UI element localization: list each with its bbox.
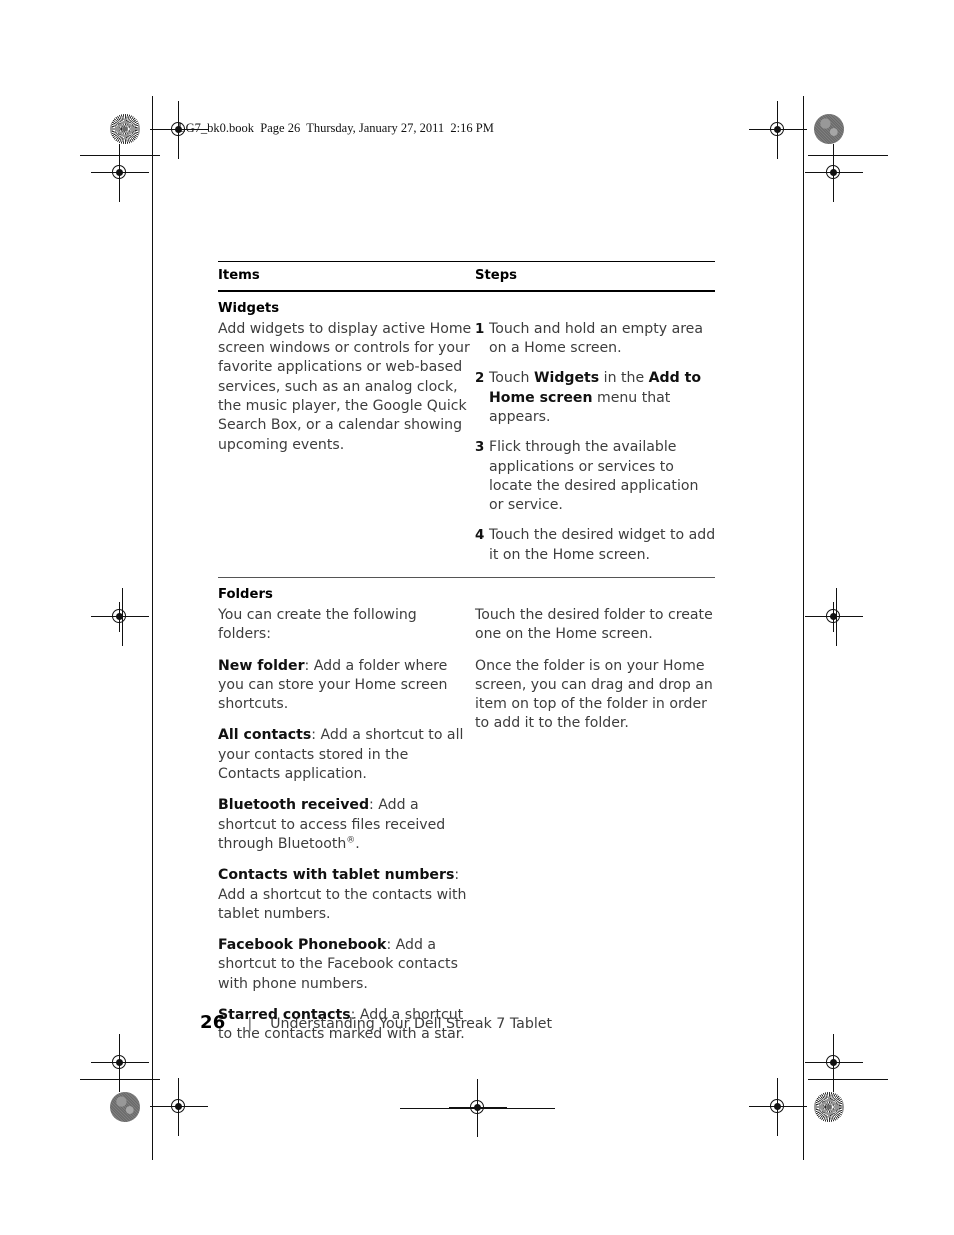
step-number: 1: [475, 321, 485, 337]
footer-chapter-title: Understanding Your Dell Streak 7 Tablet: [270, 1016, 553, 1032]
folder-item-bluetooth-received: Bluetooth received: Add a shortcut to ac…: [218, 796, 473, 854]
folder-desc-tail: .: [355, 835, 360, 852]
list-item: 4 Touch the desired widget to add it on t…: [475, 526, 717, 565]
step-text: Touch and hold an empty area on a Home s…: [489, 320, 703, 357]
widgets-description: Add widgets to display active Home scree…: [218, 320, 472, 453]
content-table: Items Steps Widgets Add widgets to displ…: [218, 261, 715, 1057]
step-text: Flick through the available applications…: [489, 439, 699, 514]
running-header: LG7_bk0.book Page 26 Thursday, January 2…: [178, 121, 494, 135]
trim-line-left-vertical-top: [152, 96, 154, 1160]
folder-item-facebook-phonebook: Facebook Phonebook: Add a shortcut to th…: [218, 936, 473, 994]
folders-step-paragraph: Touch the desired folder to create one o…: [475, 606, 713, 643]
folders-step-paragraph: Once the folder is on your Home screen, …: [475, 657, 713, 732]
step-text-before: Touch: [489, 370, 534, 387]
registration-target-right-upper: [805, 144, 863, 202]
registration-target-left-upper: [91, 144, 149, 202]
trim-line-right-vertical-top: [803, 96, 805, 1160]
registration-target-bottom-left: [150, 1078, 208, 1136]
table-header-row: Items Steps: [218, 262, 715, 290]
list-item: 2 Touch Widgets in the Add to Home screen…: [475, 369, 717, 427]
step-text-mid: in the: [599, 370, 649, 387]
halftone-registration-dot-bottom-left: [110, 1092, 140, 1122]
registration-target-bottom-right: [749, 1078, 807, 1136]
folder-term: Facebook Phonebook: [218, 937, 387, 954]
halftone-registration-dot-top-right: [814, 114, 844, 144]
step-number: 2: [475, 371, 485, 387]
folder-item-all-contacts: All contacts: Add a shortcut to all your…: [218, 726, 473, 784]
trim-line-top-right-horizontal: [808, 155, 888, 157]
folders-intro: You can create the following folders:: [218, 606, 417, 643]
section-title-widgets: Widgets: [218, 300, 280, 316]
step-text: Touch the desired widget to add it on th…: [489, 527, 716, 563]
table-row: Add widgets to display active Home scree…: [218, 318, 715, 577]
trim-line-right-middle-tick: [836, 588, 838, 646]
trim-line-bottom-left-horizontal: [80, 1079, 160, 1081]
folder-item-contacts-with-tablet-numbers: Contacts with tablet numbers: Add a shor…: [218, 866, 473, 924]
registration-target-left-lower: [91, 1034, 149, 1092]
folder-item-new-folder: New folder: Add a folder where you can s…: [218, 657, 473, 715]
folder-term: Bluetooth received: [218, 797, 370, 814]
section-title-folders: Folders: [218, 586, 273, 602]
registration-target-left-middle: [91, 602, 149, 632]
folders-description-cell: You can create the following folders: Ne…: [218, 604, 473, 1057]
list-item: 3 Flick through the available application…: [475, 438, 717, 515]
registered-trademark-symbol: ®: [346, 835, 356, 846]
page-number: 26: [200, 1012, 226, 1033]
widgets-steps-list: 1 Touch and hold an empty area on a Home …: [475, 320, 717, 565]
folder-term: New folder: [218, 657, 305, 674]
halftone-registration-dot-top-left: [110, 114, 140, 144]
folder-term: All contacts: [218, 727, 312, 744]
registration-target-right-middle: [805, 602, 863, 632]
widgets-description-cell: Add widgets to display active Home scree…: [218, 318, 473, 467]
halftone-registration-dot-bottom-right: [814, 1092, 844, 1122]
footer-separator: |: [247, 1016, 253, 1032]
step-number: 3: [475, 440, 485, 456]
folder-term: Contacts with tablet numbers: [218, 867, 455, 884]
table-row: You can create the following folders: Ne…: [218, 604, 715, 1057]
trim-line-left-middle-tick: [122, 588, 124, 646]
widgets-steps-cell: 1 Touch and hold an empty area on a Home …: [473, 318, 717, 577]
step-number: 4: [475, 528, 485, 544]
trim-line-bottom-center-horizontal: [400, 1107, 555, 1109]
column-header-items: Items: [218, 268, 260, 284]
column-header-steps: Steps: [475, 268, 518, 284]
step-emphasis-widgets: Widgets: [533, 370, 600, 387]
trim-line-bottom-right-horizontal: [808, 1079, 888, 1081]
registration-target-right-lower: [805, 1034, 863, 1092]
registration-target-top-right: [749, 101, 807, 159]
page-footer: 26 | Understanding Your Dell Streak 7 Ta…: [200, 1012, 552, 1033]
list-item: 1 Touch and hold an empty area on a Home …: [475, 320, 717, 359]
folders-steps-cell: Touch the desired folder to create one o…: [473, 604, 717, 746]
